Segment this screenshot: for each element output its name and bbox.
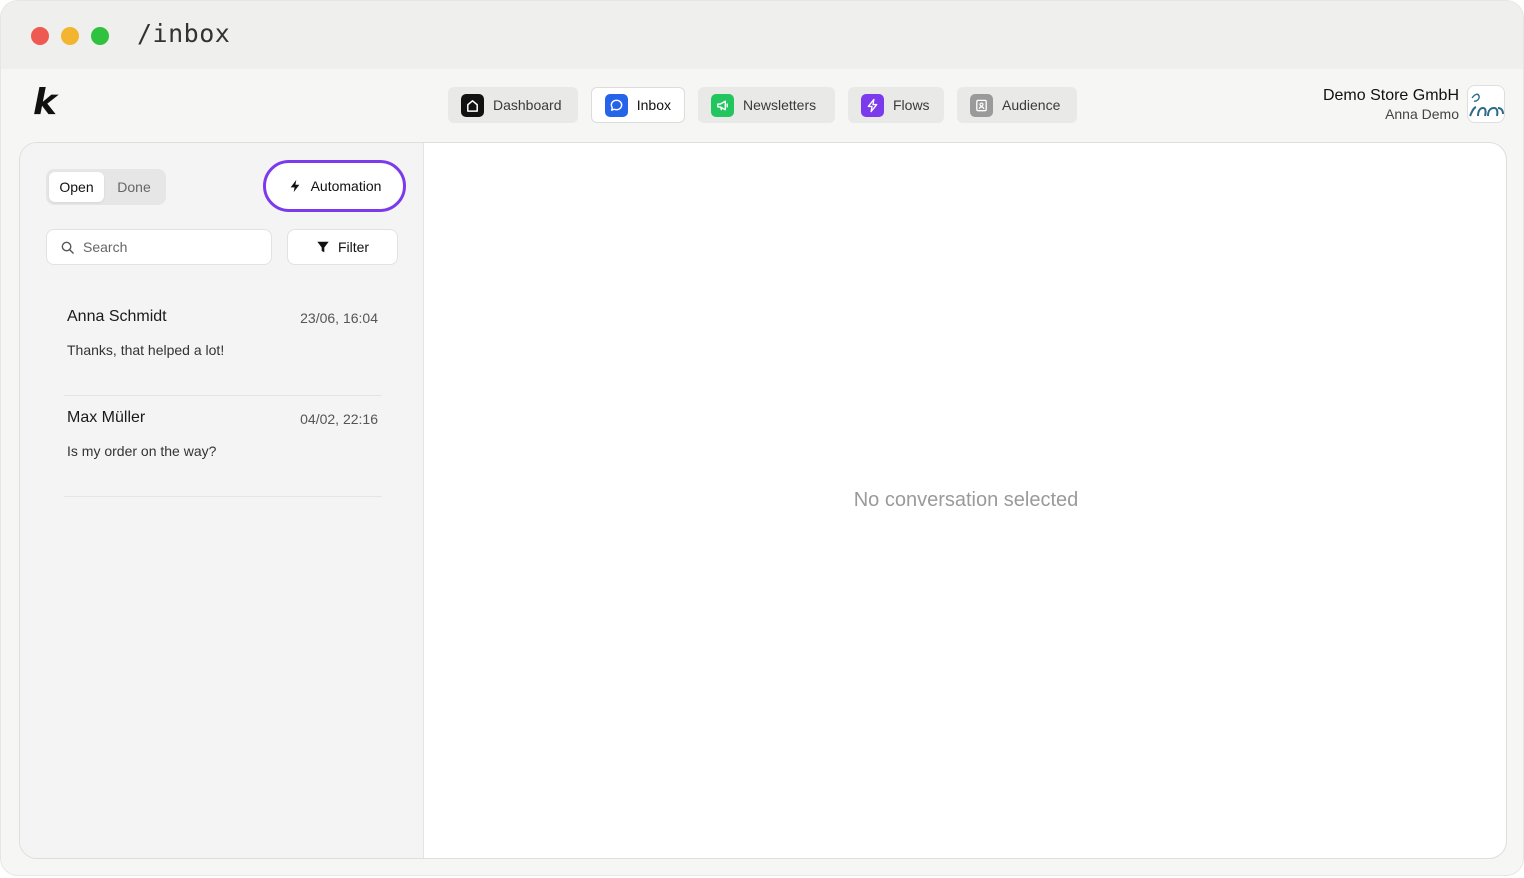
contact-book-icon	[970, 93, 993, 117]
nav-inbox[interactable]: Inbox	[591, 87, 685, 123]
search-input[interactable]	[83, 239, 263, 255]
conversation-item[interactable]: Anna Schmidt 23/06, 16:04 Thanks, that h…	[64, 296, 382, 396]
nav-audience[interactable]: Audience	[957, 87, 1077, 123]
search-box[interactable]	[46, 229, 272, 265]
user-name: Anna Demo	[1385, 106, 1459, 122]
automation-button[interactable]: Automation	[263, 160, 406, 212]
account-info[interactable]: Demo Store GmbH Anna Demo	[1323, 87, 1459, 122]
contact-name: Max Müller	[67, 409, 146, 426]
home-icon	[461, 93, 484, 117]
divider	[64, 496, 382, 497]
app-window: /inbox k Dashboard Inbox Newsletters Flo…	[0, 0, 1524, 876]
tab-open[interactable]: Open	[49, 172, 104, 202]
status-toggle: Open Done	[46, 169, 166, 205]
chat-bubble-icon	[605, 93, 628, 117]
message-preview: Thanks, that helped a lot!	[67, 342, 225, 358]
megaphone-icon	[711, 93, 734, 117]
tab-done[interactable]: Done	[106, 172, 162, 202]
conversation-item[interactable]: Max Müller 04/02, 22:16 Is my order on t…	[64, 397, 382, 497]
conversation-timestamp: 23/06, 16:04	[300, 310, 378, 326]
contact-name: Anna Schmidt	[67, 308, 167, 325]
nav-inbox-label: Inbox	[636, 97, 671, 113]
message-preview: Is my order on the way?	[67, 443, 217, 459]
search-icon	[61, 241, 74, 254]
conversation-sidebar: Open Done Automation Filter Anna Schmidt	[20, 143, 424, 858]
automation-label: Automation	[310, 178, 382, 194]
app-body: k Dashboard Inbox Newsletters Flows Audi…	[1, 69, 1523, 875]
divider	[64, 395, 382, 396]
conversation-timestamp: 04/02, 22:16	[300, 411, 378, 427]
url-path: /inbox	[137, 19, 231, 48]
nav-newsletters[interactable]: Newsletters	[698, 87, 835, 123]
lightning-icon	[861, 93, 884, 117]
nav-audience-label: Audience	[1002, 97, 1061, 113]
empty-state-text: No conversation selected	[853, 489, 1079, 511]
title-bar: /inbox	[1, 1, 1523, 69]
nav-flows[interactable]: Flows	[848, 87, 944, 123]
filter-button[interactable]: Filter	[287, 229, 398, 265]
conversation-view: No conversation selected	[424, 143, 1506, 858]
nav-flows-label: Flows	[893, 97, 930, 113]
avatar[interactable]	[1467, 85, 1505, 123]
nav-dashboard[interactable]: Dashboard	[448, 87, 578, 123]
filter-label: Filter	[337, 239, 370, 255]
maximize-window-button[interactable]	[91, 27, 109, 45]
company-name: Demo Store GmbH	[1322, 87, 1459, 104]
inbox-panel: Open Done Automation Filter Anna Schmidt	[19, 142, 1507, 859]
filter-icon	[317, 241, 329, 253]
lightning-icon	[290, 179, 299, 193]
close-window-button[interactable]	[31, 27, 49, 45]
nav-dashboard-label: Dashboard	[493, 97, 562, 113]
minimize-window-button[interactable]	[61, 27, 79, 45]
nav-newsletters-label: Newsletters	[743, 97, 817, 113]
brand-logo[interactable]: k	[33, 85, 61, 121]
